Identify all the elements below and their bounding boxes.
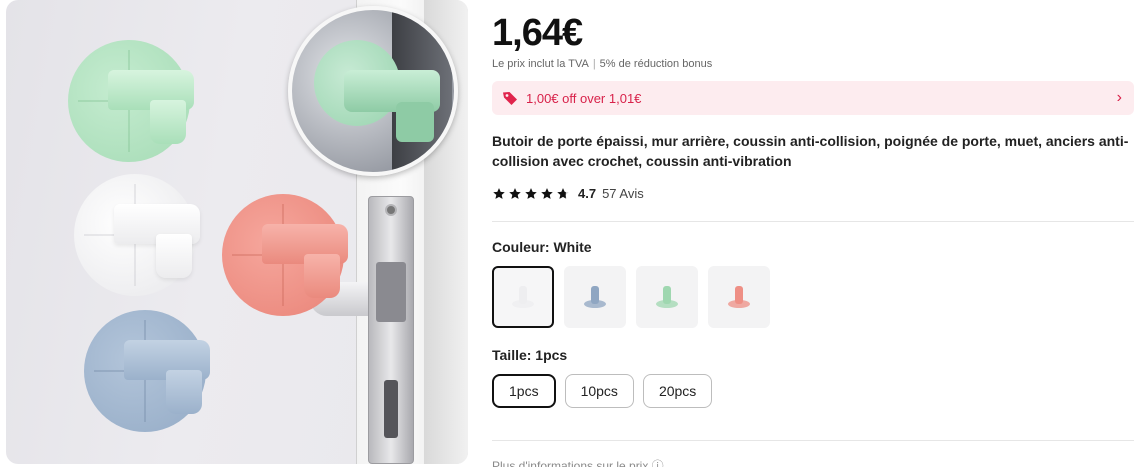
divider	[492, 221, 1134, 222]
white-stopper-illustration	[74, 174, 200, 296]
swatch-thumbnail	[728, 284, 750, 310]
rating[interactable]: 4.7 57 Avis	[492, 186, 644, 201]
color-swatches	[492, 266, 770, 328]
bonus-note: 5% de réduction bonus	[599, 58, 713, 70]
pink-stopper-illustration	[222, 194, 348, 316]
star-icon	[509, 187, 521, 199]
green-stopper-illustration	[68, 40, 194, 162]
star-icon	[525, 187, 537, 199]
review-count[interactable]: 57 Avis	[602, 186, 644, 201]
lock-latch	[376, 262, 406, 322]
size-options: 1pcs 10pcs 20pcs	[492, 374, 713, 408]
color-swatch-green[interactable]	[636, 266, 698, 328]
color-swatch-pink[interactable]	[708, 266, 770, 328]
star-icon	[541, 187, 553, 199]
tax-note: Le prix inclut la TVA	[492, 58, 589, 70]
blue-stopper-illustration	[84, 310, 210, 432]
size-option-10pcs[interactable]: 10pcs	[564, 374, 634, 408]
rating-stars	[492, 187, 570, 201]
price-note: Le prix inclut la TVA | 5% de réduction bo…	[492, 58, 712, 70]
swatch-thumbnail	[512, 284, 534, 310]
size-label: Taille: 1pcs	[492, 347, 568, 363]
divider	[492, 440, 1134, 441]
product-price: 1,64€	[492, 12, 583, 54]
chevron-right-icon: ›	[1116, 89, 1122, 106]
lock-screw	[385, 204, 397, 216]
swatch-thumbnail	[584, 284, 606, 310]
color-label: Couleur: White	[492, 239, 592, 255]
lock-hole	[384, 380, 398, 438]
swatch-thumbnail	[656, 284, 678, 310]
product-image[interactable]	[6, 0, 468, 464]
star-icon	[493, 187, 505, 199]
promo-text: 1,00€ off over 1,01€	[526, 90, 642, 106]
product-title: Butoir de porte épaissi, mur arrière, co…	[492, 133, 1129, 169]
more-price-info-link[interactable]: Plus d'informations sur le prix ⓘ	[492, 457, 664, 467]
zoom-detail-inset	[288, 6, 458, 176]
promo-banner[interactable]: 1,00€ off over 1,01€ ›	[492, 81, 1134, 115]
size-option-1pcs[interactable]: 1pcs	[492, 374, 556, 408]
size-option-20pcs[interactable]: 20pcs	[642, 374, 713, 408]
color-swatch-white[interactable]	[492, 266, 554, 328]
star-icon	[557, 187, 569, 199]
tag-icon	[503, 92, 517, 105]
rating-score: 4.7	[578, 186, 597, 201]
separator: |	[592, 58, 596, 70]
color-swatch-blue[interactable]	[564, 266, 626, 328]
